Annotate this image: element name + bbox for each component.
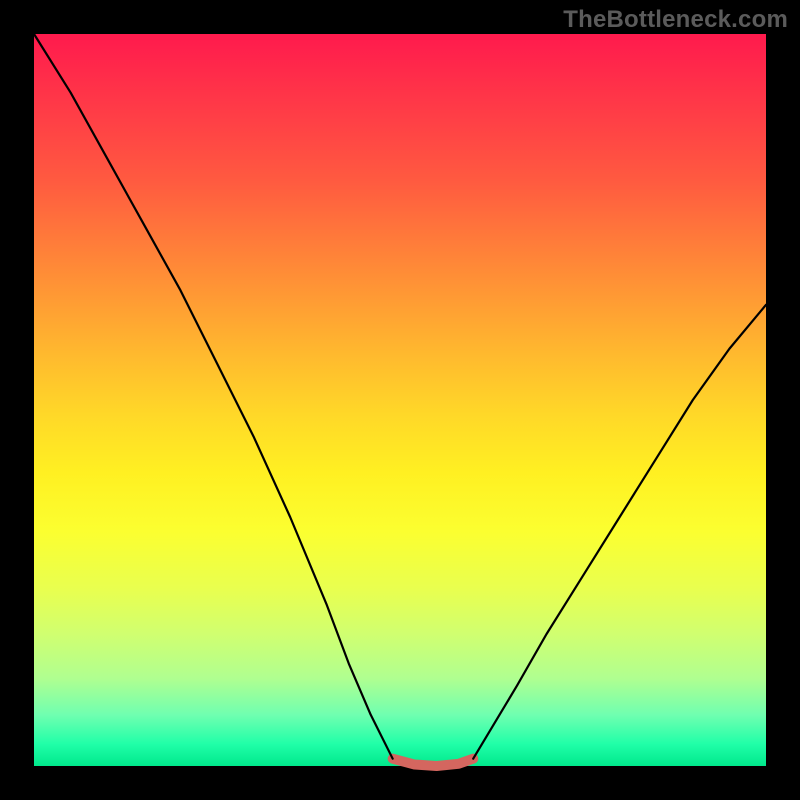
left-branch-curve [34,34,393,759]
plot-area [34,34,766,766]
right-branch-curve [473,305,766,759]
curve-layer [34,34,766,766]
chart-frame: TheBottleneck.com [0,0,800,800]
watermark-text: TheBottleneck.com [563,6,788,34]
valley-highlight-curve [393,759,474,766]
